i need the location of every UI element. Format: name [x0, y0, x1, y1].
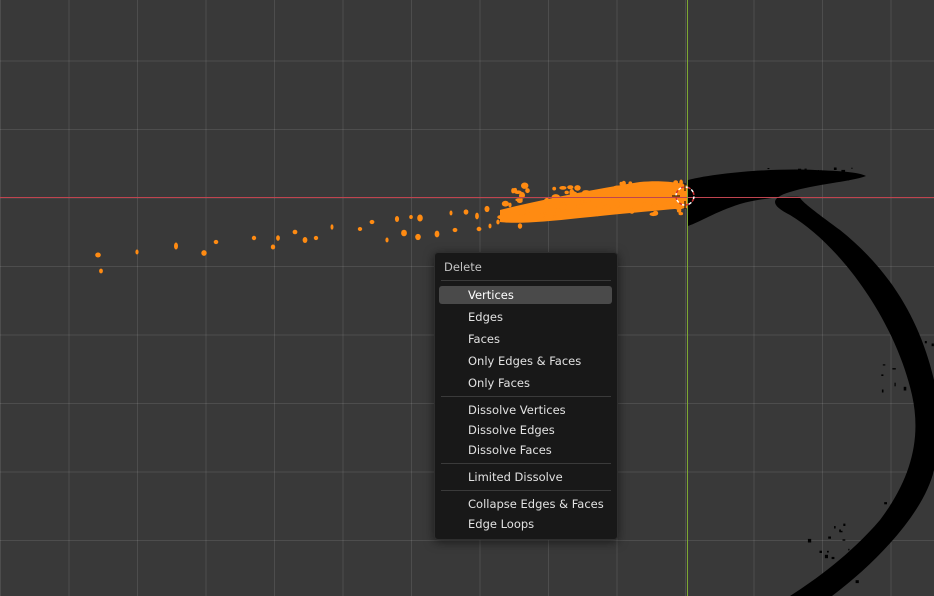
menu-divider [441, 463, 611, 464]
menu-item-dissolve-edges[interactable]: Dissolve Edges [439, 421, 612, 439]
menu-divider [441, 490, 611, 491]
menu-divider [441, 280, 611, 281]
menu-item-collapse-edges-faces[interactable]: Collapse Edges & Faces [439, 495, 612, 513]
delete-menu: Delete Vertices Edges Faces Only Edges &… [434, 252, 618, 540]
3d-viewport[interactable]: Delete Vertices Edges Faces Only Edges &… [0, 0, 934, 596]
menu-title: Delete [444, 260, 482, 274]
menu-item-faces[interactable]: Faces [439, 330, 612, 348]
menu-divider [441, 396, 611, 397]
menu-item-vertices[interactable]: Vertices [439, 286, 612, 304]
menu-item-dissolve-vertices[interactable]: Dissolve Vertices [439, 401, 612, 419]
menu-item-edge-loops[interactable]: Edge Loops [439, 515, 612, 533]
menu-item-limited-dissolve[interactable]: Limited Dissolve [439, 468, 612, 486]
menu-item-edges[interactable]: Edges [439, 308, 612, 326]
menu-item-only-faces[interactable]: Only Faces [439, 374, 612, 392]
menu-item-dissolve-faces[interactable]: Dissolve Faces [439, 441, 612, 459]
unselected-mesh [688, 167, 934, 596]
menu-item-only-edges-faces[interactable]: Only Edges & Faces [439, 352, 612, 370]
